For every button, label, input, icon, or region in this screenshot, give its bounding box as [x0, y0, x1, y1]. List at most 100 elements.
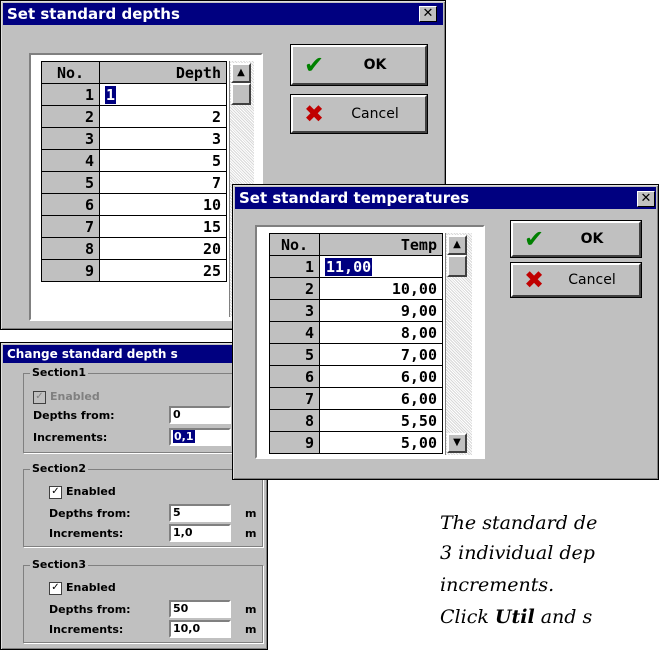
ok-label: OK — [580, 231, 604, 247]
depth-cell[interactable]: 15 — [99, 215, 227, 238]
unit-label: m — [245, 507, 257, 520]
depth-cell-value[interactable]: 1 — [105, 85, 117, 104]
row-no: 7 — [269, 387, 320, 410]
table-row[interactable]: 33 — [41, 127, 227, 150]
change-depths-title: Change standard depth s — [3, 345, 265, 363]
close-icon[interactable]: ✕ — [419, 6, 437, 22]
table-row[interactable]: 7 15 — [41, 215, 227, 238]
depths-from-label: Depths from: — [33, 409, 115, 422]
table-row[interactable]: 3 9,00 — [269, 299, 443, 322]
temp-cell[interactable]: 6,00 — [319, 365, 443, 388]
increments-label: Increments: — [33, 431, 108, 444]
row-no: 6 — [41, 193, 100, 216]
depth-cell[interactable]: 3 — [99, 127, 227, 150]
table-row[interactable]: 7 6,00 — [269, 387, 443, 410]
table-row[interactable]: 1 11,00 — [269, 255, 443, 278]
table-row[interactable]: 9 5,00 — [269, 431, 443, 454]
ok-button[interactable]: ✔ OK — [290, 44, 428, 86]
table-row[interactable]: 9 25 — [41, 259, 227, 282]
cancel-button[interactable]: ✖ Cancel — [510, 262, 642, 298]
temp-cell-editing[interactable]: 11,00 — [319, 255, 443, 278]
temp-cell[interactable]: 5,50 — [319, 409, 443, 432]
checkbox-icon: ✓ — [49, 581, 62, 595]
row-no: 2 — [269, 277, 320, 300]
row-no: 4 — [41, 149, 100, 172]
col-header-temp[interactable]: Temp — [319, 233, 443, 256]
temp-cell[interactable]: 7,00 — [319, 343, 443, 366]
col-header-no[interactable]: No. — [41, 61, 100, 84]
unit-label: m — [245, 527, 257, 540]
row-no: 1 — [269, 255, 320, 278]
description-line-1: The standard de — [440, 512, 598, 534]
increments-label: Increments: — [49, 623, 124, 636]
depths-from-label: Depths from: — [49, 603, 131, 616]
cancel-button[interactable]: ✖ Cancel — [290, 94, 428, 134]
section2-increments-input[interactable]: 1,0 — [169, 524, 231, 542]
table-row[interactable]: 8 5,50 — [269, 409, 443, 432]
ok-label: OK — [363, 57, 387, 73]
depths-scroll-thumb[interactable] — [231, 83, 251, 105]
table-row[interactable]: 2 10,00 — [269, 277, 443, 300]
depth-cell[interactable]: 25 — [99, 259, 227, 282]
row-no: 3 — [269, 299, 320, 322]
section1-depths-from-input[interactable]: 0 — [169, 406, 231, 424]
section3-enabled-checkbox[interactable]: ✓ Enabled — [49, 581, 116, 595]
depths-grid[interactable]: No. Depth 11 22 33 45 57 6 10 7 15 8 20 9 25 — [41, 61, 227, 282]
temps-dialog: Set standard temperatures ✕ No. Temp 1 11… — [232, 184, 659, 480]
table-row[interactable]: 5 7,00 — [269, 343, 443, 366]
description-util-keyword: Util — [494, 606, 535, 628]
section3-increments-input[interactable]: 10,0 — [169, 620, 231, 638]
description-line-4: Click Util and s — [440, 606, 592, 628]
depth-cell[interactable]: 20 — [99, 237, 227, 260]
description-line-3: increments. — [440, 574, 555, 596]
table-row[interactable]: 57 — [41, 171, 227, 194]
increments-value[interactable]: 0,1 — [173, 430, 195, 443]
col-header-depth[interactable]: Depth — [99, 61, 227, 84]
temps-grid[interactable]: No. Temp 1 11,00 2 10,00 3 9,00 4 8,00 5 7,00… — [269, 233, 443, 454]
section2-depths-from-input[interactable]: 5 — [169, 504, 231, 522]
table-row[interactable]: 6 10 — [41, 193, 227, 216]
enabled-label: Enabled — [66, 581, 116, 594]
section1-increments-input[interactable]: 0,1 — [169, 428, 231, 446]
table-row[interactable]: 11 — [41, 83, 227, 106]
col-header-no[interactable]: No. — [269, 233, 320, 256]
depth-cell[interactable]: 7 — [99, 171, 227, 194]
table-row[interactable]: 22 — [41, 105, 227, 128]
close-icon[interactable]: ✕ — [637, 191, 655, 207]
temp-cell[interactable]: 6,00 — [319, 387, 443, 410]
checkbox-icon: ✓ — [33, 390, 46, 404]
table-row[interactable]: 6 6,00 — [269, 365, 443, 388]
section3-depths-from-input[interactable]: 50 — [169, 600, 231, 618]
ok-button[interactable]: ✔ OK — [510, 220, 642, 258]
row-no: 2 — [41, 105, 100, 128]
depth-cell[interactable]: 2 — [99, 105, 227, 128]
depth-cell[interactable]: 10 — [99, 193, 227, 216]
unit-label: m — [245, 603, 257, 616]
x-icon: ✖ — [523, 266, 545, 294]
x-icon: ✖ — [303, 100, 325, 128]
temps-scroll-thumb[interactable] — [447, 255, 467, 277]
depth-cell[interactable]: 5 — [99, 149, 227, 172]
arrow-up-icon[interactable]: ▲ — [231, 63, 251, 83]
row-no: 7 — [41, 215, 100, 238]
temp-cell[interactable]: 8,00 — [319, 321, 443, 344]
description-line-2: 3 individual dep — [440, 542, 595, 564]
row-no: 5 — [41, 171, 100, 194]
change-depths-dialog: Change standard depth s Section1 ✓ Enable… — [0, 342, 268, 650]
arrow-up-icon[interactable]: ▲ — [447, 235, 467, 255]
table-row[interactable]: 4 8,00 — [269, 321, 443, 344]
depth-cell-editing[interactable]: 1 — [99, 83, 227, 106]
temp-cell[interactable]: 9,00 — [319, 299, 443, 322]
temp-cell[interactable]: 5,00 — [319, 431, 443, 454]
section1-enabled-checkbox[interactable]: ✓ Enabled — [33, 390, 100, 404]
temp-cell-value[interactable]: 11,00 — [325, 257, 373, 276]
row-no: 9 — [269, 431, 320, 454]
section2-enabled-checkbox[interactable]: ✓ Enabled — [49, 485, 116, 499]
table-row[interactable]: 8 20 — [41, 237, 227, 260]
temp-cell[interactable]: 10,00 — [319, 277, 443, 300]
unit-label: m — [245, 623, 257, 636]
table-row[interactable]: 45 — [41, 149, 227, 172]
arrow-down-icon[interactable]: ▼ — [447, 433, 467, 453]
section1-label: Section1 — [30, 366, 88, 379]
row-no: 5 — [269, 343, 320, 366]
